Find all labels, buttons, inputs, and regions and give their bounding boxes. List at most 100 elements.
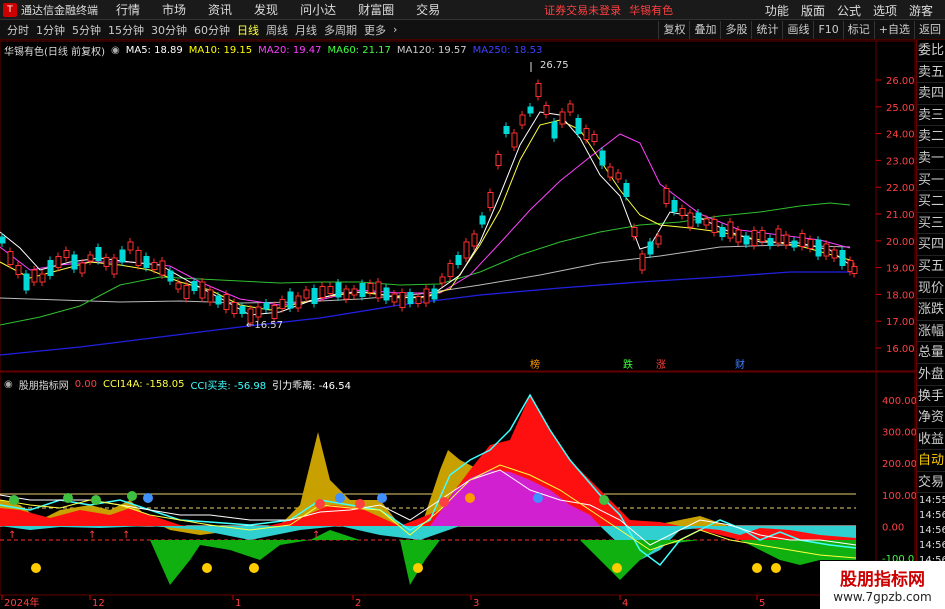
candle-body	[23, 273, 30, 291]
candle-body	[103, 257, 110, 267]
chart-area[interactable]: 26.00 25.00 24.00 23.00 22.00 21.00 20.00 19.00…	[0, 40, 916, 609]
price-tick-label: 24.00	[886, 130, 915, 141]
sidebar-item-1[interactable]: 卖五	[917, 62, 945, 84]
period-60min[interactable]: 60分钟	[194, 22, 230, 38]
sidebar-item-8[interactable]: 买三	[917, 213, 945, 235]
sidebar-item-14[interactable]: 总量	[917, 342, 945, 364]
multi-stock-button[interactable]: 多股	[720, 21, 751, 39]
indicator-tick-label: 300.00	[882, 428, 916, 439]
sidebar-item-11[interactable]: 现价	[917, 278, 945, 300]
time-axis: 2024年 12 1 2 3 4 5	[1, 595, 765, 609]
menu-options[interactable]: 选项	[873, 2, 897, 19]
candle-body	[319, 286, 326, 298]
period-1min[interactable]: 1分钟	[36, 22, 65, 38]
candle-body	[719, 227, 726, 237]
smile-signal-icon	[31, 563, 41, 573]
sidebar-item-6[interactable]: 买一	[917, 170, 945, 192]
candle-body	[735, 229, 742, 243]
indicator-axis: 400.00300.00200.00100.000.00-100.0	[882, 396, 916, 565]
candle-body	[335, 282, 342, 298]
candle-body	[687, 212, 694, 228]
candle-body	[175, 282, 182, 290]
sidebar-item-18[interactable]: 收益	[917, 429, 945, 451]
indicator-toggle-icon[interactable]: ◉	[4, 379, 13, 390]
period-30min[interactable]: 30分钟	[151, 22, 187, 38]
stats-button[interactable]: 统计	[751, 21, 782, 39]
price-tick-label: 22.00	[886, 183, 915, 194]
smile-signal-icon	[752, 563, 762, 573]
period-monthly[interactable]: 月线	[295, 22, 317, 38]
overlay-button[interactable]: 叠加	[689, 21, 720, 39]
chart-svg[interactable]: 26.0025.0024.0023.0022.0021.0020.0019.00…	[0, 40, 916, 609]
adjust-button[interactable]: 复权	[658, 21, 689, 39]
candle-body	[711, 219, 718, 233]
indicator-legend: ◉ 股朋指标网 0.00 CCI14A: -158.05 CCI买卖: -56.…	[4, 377, 357, 392]
candle-body	[519, 114, 526, 126]
sidebar-item-17[interactable]: 净资	[917, 407, 945, 429]
candle-body	[191, 281, 198, 291]
menu-trade[interactable]: 交易	[416, 1, 440, 18]
menu-wealth[interactable]: 财富圈	[358, 1, 394, 18]
signal-ball-icon	[335, 493, 345, 503]
sidebar-item-13[interactable]: 涨幅	[917, 321, 945, 343]
time-tick-label: 12	[92, 598, 105, 609]
current-stock: 华锡有色	[629, 3, 674, 17]
f10-button[interactable]: F10	[813, 21, 842, 39]
menu-quotes[interactable]: 行情	[116, 1, 140, 18]
low-annotation: ←16.57	[246, 320, 283, 331]
sidebar-item-7[interactable]: 买二	[917, 191, 945, 213]
sidebar-trade[interactable]: 交易	[917, 472, 945, 494]
candle-body	[599, 150, 606, 166]
menu-function[interactable]: 功能	[765, 2, 789, 19]
period-toolbar: 分时 1分钟 5分钟 15分钟 30分钟 60分钟 日线 周线 月线 多周期 更…	[0, 20, 945, 40]
period-weekly[interactable]: 周线	[266, 22, 288, 38]
sidebar-item-12[interactable]: 涨跌	[917, 299, 945, 321]
ma20-line	[0, 133, 851, 306]
back-button[interactable]: 返回	[914, 21, 945, 39]
signal-ball-icon	[465, 493, 475, 503]
period-5min[interactable]: 5分钟	[72, 22, 101, 38]
menu-news[interactable]: 资讯	[208, 1, 232, 18]
period-daily[interactable]: 日线	[237, 22, 259, 38]
login-status[interactable]: 证券交易未登录	[544, 2, 621, 18]
draw-line-button[interactable]: 画线	[782, 21, 813, 39]
candle-body	[583, 128, 590, 140]
sidebar-item-5[interactable]: 卖一	[917, 148, 945, 170]
menu-ask[interactable]: 问小达	[300, 1, 336, 18]
menu-layout[interactable]: 版面	[801, 2, 825, 19]
candle-body	[399, 292, 406, 308]
add-watchlist-button[interactable]: +自选	[873, 21, 914, 39]
sidebar-item-2[interactable]: 卖四	[917, 83, 945, 105]
candle-body	[663, 188, 670, 204]
candle-body	[831, 249, 838, 259]
sidebar-item-16[interactable]: 换手	[917, 386, 945, 408]
sidebar-item-10[interactable]: 买五	[917, 256, 945, 278]
period-15min[interactable]: 15分钟	[108, 22, 144, 38]
mark-button[interactable]: 标记	[842, 21, 874, 39]
menu-guest[interactable]: 游客	[909, 2, 933, 19]
sidebar-time-1: 14:56	[919, 510, 945, 522]
period-multi[interactable]: 多周期	[324, 22, 357, 38]
high-label: 26.75	[540, 60, 569, 71]
legend-toggle-icon[interactable]: ◉	[111, 45, 120, 56]
sidebar-item-9[interactable]: 买四	[917, 234, 945, 256]
quote-sidebar: 委比 卖五 卖四 卖三 卖二 卖一 买一 买二 买三 买四 买五 现价 涨跌 涨幅 总量 外盘 换手 净资 收益 自…	[916, 40, 945, 609]
candle-body	[119, 249, 126, 263]
sidebar-item-4[interactable]: 卖二	[917, 126, 945, 148]
sidebar-item-3[interactable]: 卖三	[917, 105, 945, 127]
indicator-name[interactable]: 股朋指标网	[19, 377, 69, 392]
menu-discover[interactable]: 发现	[254, 1, 278, 18]
period-tick[interactable]: 分时	[7, 22, 29, 38]
price-tick-label: 16.00	[886, 344, 915, 355]
smile-signal-icon	[612, 563, 622, 573]
period-more[interactable]: 更多	[364, 22, 386, 38]
menu-market[interactable]: 市场	[162, 1, 186, 18]
sidebar-auto[interactable]: 自动	[917, 450, 945, 472]
chevron-right-icon[interactable]: ›	[393, 23, 397, 36]
sidebar-item-0[interactable]: 委比	[917, 40, 945, 62]
candle-body	[527, 106, 534, 114]
candle-body	[535, 83, 542, 97]
sidebar-item-15[interactable]: 外盘	[917, 364, 945, 386]
menu-formula[interactable]: 公式	[837, 2, 861, 19]
candle-body	[559, 111, 566, 125]
